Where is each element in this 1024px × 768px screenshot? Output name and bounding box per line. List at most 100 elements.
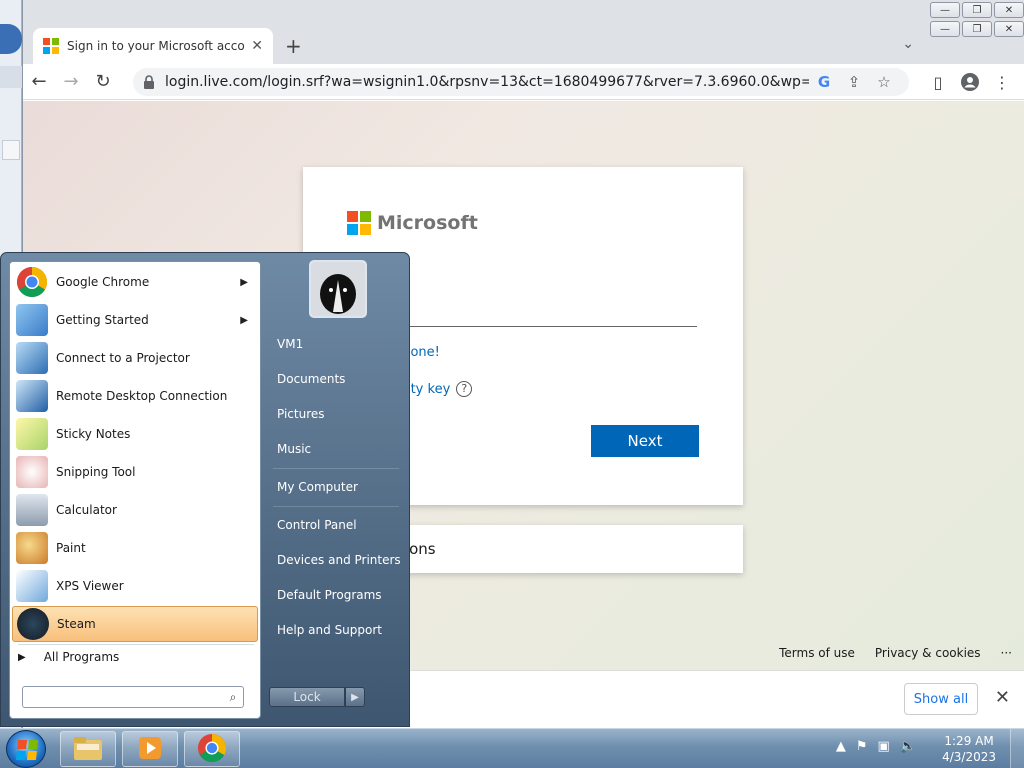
google-icon[interactable]: G — [809, 73, 839, 91]
all-programs-button[interactable]: ▶ All Programs — [18, 650, 119, 664]
media-player-icon — [137, 735, 163, 764]
action-center-flag-icon[interactable]: ⚑ — [856, 739, 868, 754]
calculator-icon — [16, 494, 48, 526]
forward-arrow-icon[interactable]: → — [55, 66, 87, 98]
show-all-button[interactable]: Show all — [904, 683, 978, 715]
program-list: Google Chrome ▶ Getting Started ▶ Connec… — [9, 261, 261, 719]
new-tab-button[interactable]: + — [285, 34, 302, 58]
start-item-my-computer[interactable]: My Computer — [267, 472, 405, 502]
program-label: Steam — [57, 617, 96, 631]
microsoft-favicon-icon — [43, 38, 59, 54]
more-options-icon[interactable]: ··· — [1001, 646, 1012, 660]
program-item[interactable]: Remote Desktop Connection — [12, 378, 258, 414]
program-label: XPS Viewer — [56, 579, 124, 593]
user-avatar[interactable] — [309, 260, 367, 318]
chrome-icon — [16, 266, 48, 298]
start-item-control-panel[interactable]: Control Panel — [267, 510, 405, 540]
background-window-back-button[interactable] — [0, 24, 22, 54]
clock[interactable]: 1:29 AM 4/3/2023 — [942, 733, 996, 765]
lock-icon[interactable] — [143, 75, 155, 89]
reload-icon[interactable]: ↻ — [87, 66, 119, 98]
next-button[interactable]: Next — [591, 425, 699, 457]
tab-search-chevron-icon[interactable]: ⌄ — [902, 36, 914, 52]
tab-microsoft-signin[interactable]: Sign in to your Microsoft accoun ✕ — [33, 28, 273, 64]
program-label: Calculator — [56, 503, 117, 517]
help-icon[interactable]: ? — [456, 381, 473, 397]
taskbar-media-player-button[interactable] — [122, 731, 178, 767]
taskbar-chrome-button[interactable] — [184, 731, 240, 767]
browser-toolbar: ← → ↻ login.live.com/login.srf?wa=wsigni… — [23, 64, 1024, 100]
show-desktop-button[interactable] — [1010, 729, 1024, 768]
side-panel-icon[interactable]: ▯ — [924, 68, 952, 96]
restore-button[interactable]: ❐ — [962, 21, 992, 37]
start-right-pane: VM1 Documents Pictures Music My Computer… — [263, 253, 409, 728]
back-arrow-icon[interactable]: ← — [23, 66, 55, 98]
share-icon[interactable]: ⇪ — [839, 73, 869, 91]
program-item[interactable]: Sticky Notes — [12, 416, 258, 452]
start-item-help-support[interactable]: Help and Support — [267, 615, 405, 645]
terms-link[interactable]: Terms of use — [779, 646, 855, 660]
all-programs-arrow-icon: ▶ — [18, 651, 26, 663]
lock-button[interactable]: Lock — [269, 687, 345, 707]
sticky-notes-icon — [16, 418, 48, 450]
shutdown-options-arrow-icon[interactable]: ▶ — [345, 687, 365, 707]
profile-icon[interactable] — [956, 68, 984, 96]
snipping-tool-icon — [16, 456, 48, 488]
taskbar-explorer-button[interactable] — [60, 731, 116, 767]
all-programs-label: All Programs — [43, 650, 120, 664]
program-label: Snipping Tool — [56, 465, 136, 479]
program-item[interactable]: Connect to a Projector — [12, 340, 258, 376]
windows-logo-icon — [15, 740, 39, 760]
toolbar-right-icons: ▯ ⋮ — [924, 68, 1016, 96]
show-hidden-icons-icon[interactable]: ▲ — [836, 739, 846, 754]
chrome-icon — [197, 733, 227, 766]
chrome-menu-icon[interactable]: ⋮ — [988, 68, 1016, 96]
address-bar[interactable]: login.live.com/login.srf?wa=wsignin1.0&r… — [133, 68, 909, 96]
outer-close-button[interactable]: ✕ — [994, 2, 1024, 18]
getting-started-icon — [16, 304, 48, 336]
submenu-arrow-icon: ▶ — [240, 276, 248, 288]
program-label: Sticky Notes — [56, 427, 131, 441]
close-button[interactable]: ✕ — [994, 21, 1024, 37]
microsoft-brand: Microsoft — [347, 211, 699, 235]
program-item[interactable]: XPS Viewer — [12, 568, 258, 604]
page-footer: Terms of use Privacy & cookies ··· — [779, 646, 1012, 660]
close-download-bar-icon[interactable]: ✕ — [995, 687, 1010, 708]
url-text[interactable]: login.live.com/login.srf?wa=wsignin1.0&r… — [165, 74, 809, 90]
program-item[interactable]: Snipping Tool — [12, 454, 258, 490]
steam-icon — [17, 608, 49, 640]
outer-minimize-button[interactable]: — — [930, 2, 960, 18]
start-search-input[interactable] — [23, 687, 223, 707]
tab-title: Sign in to your Microsoft accoun — [67, 39, 246, 53]
tab-bar: — ❐ ✕ — ❐ ✕ Sign in to your Microsoft ac… — [23, 0, 1024, 64]
folder-icon — [73, 735, 103, 764]
minimize-button[interactable]: — — [930, 21, 960, 37]
program-label: Remote Desktop Connection — [56, 389, 228, 403]
program-label: Paint — [56, 541, 86, 555]
paint-icon — [16, 532, 48, 564]
tab-close-icon[interactable]: ✕ — [251, 38, 263, 54]
start-item-pictures[interactable]: Pictures — [267, 399, 405, 429]
program-item[interactable]: Paint — [12, 530, 258, 566]
program-item-selected[interactable]: Steam — [12, 606, 258, 642]
network-icon[interactable]: ▣ — [878, 739, 890, 754]
background-window-toolbar — [0, 66, 22, 88]
outer-restore-button[interactable]: ❐ — [962, 2, 992, 18]
program-item[interactable]: Google Chrome ▶ — [12, 264, 258, 300]
start-item-music[interactable]: Music — [267, 434, 405, 464]
start-button[interactable] — [6, 730, 46, 768]
start-item-default-programs[interactable]: Default Programs — [267, 580, 405, 610]
start-item-user[interactable]: VM1 — [267, 329, 405, 359]
clock-time: 1:29 AM — [944, 734, 994, 748]
start-item-documents[interactable]: Documents — [267, 364, 405, 394]
bookmark-star-icon[interactable]: ☆ — [869, 73, 899, 91]
program-item[interactable]: Calculator — [12, 492, 258, 528]
privacy-link[interactable]: Privacy & cookies — [875, 646, 981, 660]
search-icon[interactable]: ⌕ — [223, 690, 243, 705]
volume-muted-icon[interactable]: 🔈 — [900, 739, 916, 754]
taskbar: ▲ ⚑ ▣ 🔈 1:29 AM 4/3/2023 — [0, 728, 1024, 768]
start-search-box[interactable]: ⌕ — [22, 686, 244, 708]
program-item[interactable]: Getting Started ▶ — [12, 302, 258, 338]
start-item-devices-printers[interactable]: Devices and Printers — [267, 545, 405, 575]
background-window-field — [2, 140, 20, 160]
